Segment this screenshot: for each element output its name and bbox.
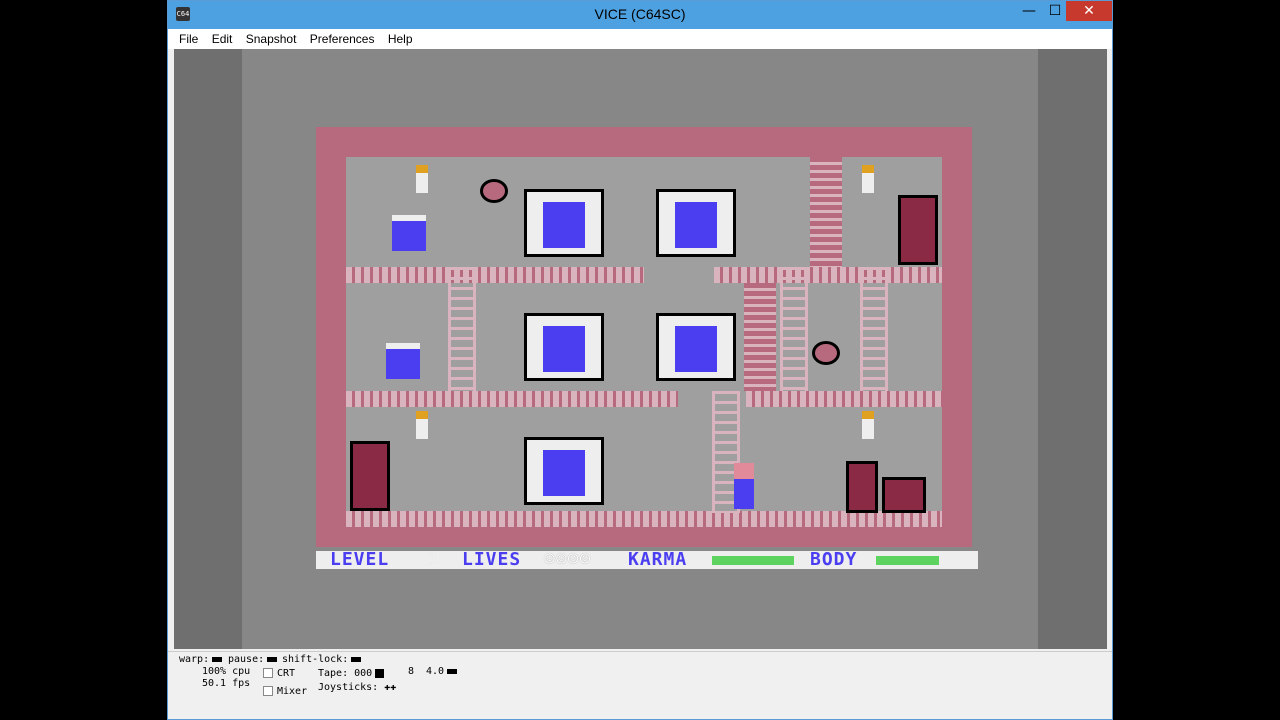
floor-platform xyxy=(346,511,942,527)
level-value: 1 xyxy=(428,549,440,570)
spider-enemy xyxy=(812,341,840,365)
drive-number: 8 xyxy=(408,666,415,677)
fps-readout: 50.1 fps xyxy=(202,678,251,689)
menu-file[interactable]: File xyxy=(174,29,203,46)
floor-platform xyxy=(346,267,644,283)
ladder xyxy=(448,267,476,391)
menu-snapshot[interactable]: Snapshot xyxy=(241,29,302,46)
tape-control[interactable]: Tape: 000 xyxy=(318,668,385,679)
warp-indicator[interactable]: warp: xyxy=(179,654,223,665)
ladder xyxy=(860,267,888,391)
spider-enemy xyxy=(480,179,508,203)
window-graphic xyxy=(656,313,736,381)
level-label: LEVEL xyxy=(330,549,390,570)
game-status-bar: LEVEL 1 LIVES ☺☺☺☺ KARMA BODY xyxy=(316,551,978,569)
crt-toggle[interactable]: CRT xyxy=(263,668,295,679)
shift-lock-indicator[interactable]: shift-lock: xyxy=(282,654,362,665)
door xyxy=(898,195,938,265)
brick-column xyxy=(810,157,842,267)
emulator-display[interactable]: LEVEL 1 LIVES ☺☺☺☺ KARMA BODY xyxy=(174,49,1107,649)
floor-platform xyxy=(714,267,942,283)
joystick-icon: ✚✚ xyxy=(384,682,397,693)
ladder xyxy=(780,267,808,391)
game-room xyxy=(346,157,942,527)
window-graphic xyxy=(524,313,604,381)
ghost-enemy xyxy=(386,343,420,379)
joysticks-control[interactable]: Joysticks: ✚✚ xyxy=(318,682,396,693)
torch-icon xyxy=(862,411,874,439)
title-bar[interactable]: C64 VICE (C64SC) — ☐ ✕ xyxy=(168,1,1112,29)
close-button[interactable]: ✕ xyxy=(1066,1,1112,21)
door xyxy=(350,441,390,511)
vice-status-panel: warp: pause: shift-lock: 100% cpu 50.1 f… xyxy=(168,651,1112,719)
menu-bar: File Edit Snapshot Preferences Help xyxy=(168,29,1112,49)
lives-label: LIVES xyxy=(462,549,522,570)
menu-edit[interactable]: Edit xyxy=(207,29,238,46)
window-graphic xyxy=(524,189,604,257)
window-title: VICE (C64SC) xyxy=(594,6,686,22)
pause-indicator[interactable]: pause: xyxy=(228,654,278,665)
window-graphic xyxy=(656,189,736,257)
menu-help[interactable]: Help xyxy=(383,29,418,46)
body-label: BODY xyxy=(810,549,858,570)
body-bar xyxy=(876,556,939,565)
cpu-readout: 100% cpu xyxy=(202,666,251,677)
torch-icon xyxy=(416,411,428,439)
brick-column xyxy=(744,283,776,391)
torch-icon xyxy=(416,165,428,193)
dresser xyxy=(846,461,878,513)
ghost-enemy xyxy=(392,215,426,251)
drive-track: 4.0 xyxy=(426,666,458,677)
floor-platform xyxy=(746,391,942,407)
game-screen[interactable] xyxy=(316,127,972,547)
torch-icon xyxy=(862,165,874,193)
menu-preferences[interactable]: Preferences xyxy=(305,29,380,46)
dresser xyxy=(882,477,926,513)
lives-icons: ☺☺☺☺ xyxy=(544,549,592,570)
vice-window: C64 VICE (C64SC) — ☐ ✕ File Edit Snapsho… xyxy=(167,0,1113,720)
window-graphic xyxy=(524,437,604,505)
floor-platform xyxy=(346,391,678,407)
mixer-toggle[interactable]: Mixer xyxy=(263,686,307,697)
player-character xyxy=(734,463,754,509)
karma-bar xyxy=(712,556,794,565)
karma-label: KARMA xyxy=(628,549,688,570)
